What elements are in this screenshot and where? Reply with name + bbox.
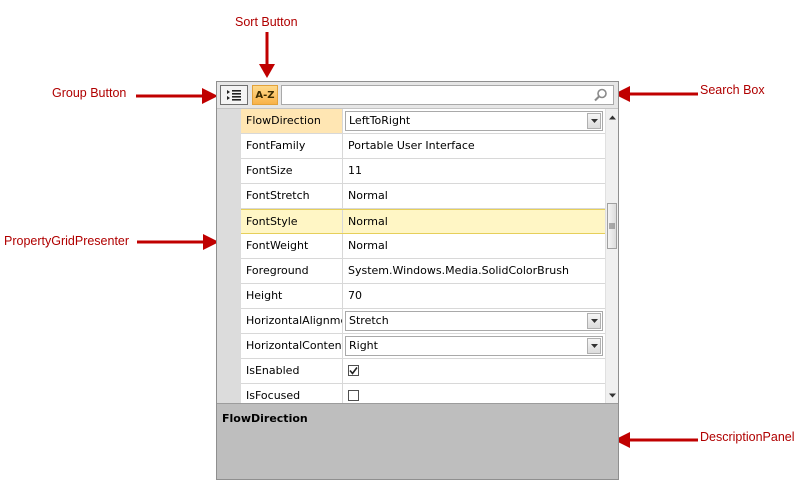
property-value-cell[interactable]: Normal — [343, 184, 605, 208]
search-box-arrow — [614, 86, 698, 102]
sort-button-callout: Sort Button — [235, 15, 298, 29]
property-row[interactable]: FontStyle Normal — [241, 209, 605, 234]
property-value: 70 — [348, 289, 362, 302]
property-row[interactable]: IsFocused — [241, 384, 605, 403]
property-name: FontSize — [241, 159, 343, 183]
property-grid-toolbar: A-Z — [217, 82, 618, 109]
dropdown-arrow-icon[interactable] — [587, 113, 601, 129]
property-name: Height — [241, 284, 343, 308]
search-box-callout: Search Box — [700, 83, 765, 97]
property-value-cell[interactable]: 11 — [343, 159, 605, 183]
property-value: 11 — [348, 164, 362, 177]
property-name: FontFamily — [241, 134, 343, 158]
property-value: Portable User Interface — [348, 139, 475, 152]
categorize-icon — [227, 90, 241, 101]
scroll-up-arrow-icon[interactable] — [606, 110, 618, 124]
property-name: FontStretch — [241, 184, 343, 208]
search-box[interactable] — [281, 85, 614, 105]
group-button[interactable] — [220, 85, 248, 105]
scroll-down-arrow-icon[interactable] — [606, 388, 618, 402]
property-row[interactable]: FontSize 11 — [241, 159, 605, 184]
property-value-cell[interactable] — [343, 359, 605, 383]
property-name: IsEnabled — [241, 359, 343, 383]
search-icon[interactable] — [594, 88, 608, 102]
property-value-checkbox[interactable] — [348, 365, 359, 376]
property-value-cell[interactable] — [343, 384, 605, 403]
group-button-callout: Group Button — [52, 86, 127, 100]
row-gutter — [217, 109, 241, 403]
presenter-arrow — [137, 234, 219, 250]
property-name: FontStyle — [241, 210, 343, 233]
search-input[interactable] — [284, 87, 589, 103]
property-row[interactable]: FontWeight Normal — [241, 234, 605, 259]
combo-value: Stretch — [349, 314, 389, 327]
vertical-scrollbar[interactable] — [605, 109, 618, 403]
scroll-thumb[interactable] — [607, 203, 617, 249]
property-row[interactable]: Height 70 — [241, 284, 605, 309]
property-value-cell[interactable]: 70 — [343, 284, 605, 308]
property-name: HorizontalContentAlignment — [241, 334, 343, 358]
dropdown-arrow-icon[interactable] — [587, 313, 601, 329]
property-name: Foreground — [241, 259, 343, 283]
property-value-cell[interactable]: Normal — [343, 234, 605, 258]
property-value: Normal — [348, 189, 388, 202]
description-panel-callout: DescriptionPanel — [700, 430, 795, 444]
property-grid-presenter: FlowDirection LeftToRight FontFamily Portab… — [217, 109, 618, 403]
combo-value: LeftToRight — [349, 114, 411, 127]
property-value: Normal — [348, 215, 388, 228]
sort-button[interactable]: A-Z — [252, 85, 278, 105]
property-name: FontWeight — [241, 234, 343, 258]
property-row[interactable]: IsEnabled — [241, 359, 605, 384]
property-row[interactable]: FlowDirection LeftToRight — [241, 109, 605, 134]
property-name: HorizontalAlignment — [241, 309, 343, 333]
property-value-checkbox[interactable] — [348, 390, 359, 401]
property-value-cell[interactable]: Portable User Interface — [343, 134, 605, 158]
combo-value: Right — [349, 339, 378, 352]
property-name: FlowDirection — [241, 109, 343, 133]
property-row[interactable]: Foreground System.Windows.Media.SolidColo… — [241, 259, 605, 284]
description-title: FlowDirection — [222, 412, 308, 425]
description-panel: FlowDirection — [217, 403, 618, 479]
sort-button-arrow — [259, 32, 275, 78]
property-value-combo[interactable]: Stretch — [345, 311, 603, 331]
dropdown-arrow-icon[interactable] — [587, 338, 601, 354]
presenter-callout: PropertyGridPresenter — [4, 234, 130, 248]
group-button-arrow — [136, 88, 218, 104]
property-name: IsFocused — [241, 384, 343, 403]
description-panel-arrow — [614, 432, 698, 448]
property-value-combo[interactable]: LeftToRight — [345, 111, 603, 131]
property-row[interactable]: HorizontalAlignment Stretch — [241, 309, 605, 334]
property-value: Normal — [348, 239, 388, 252]
property-value-cell[interactable]: Right — [343, 334, 605, 358]
property-row[interactable]: FontStretch Normal — [241, 184, 605, 209]
property-value-combo[interactable]: Right — [345, 336, 603, 356]
property-value-cell[interactable]: Stretch — [343, 309, 605, 333]
checkmark-icon — [349, 367, 358, 375]
property-value-cell[interactable]: Normal — [343, 210, 605, 233]
property-value-cell[interactable]: LeftToRight — [343, 109, 605, 133]
property-row[interactable]: HorizontalContentAlignment Right — [241, 334, 605, 359]
property-grid: A-Z FlowDirection LeftToRight FontFamily Po… — [216, 81, 619, 480]
grip-icon — [609, 223, 615, 229]
property-value-cell[interactable]: System.Windows.Media.SolidColorBrush — [343, 259, 605, 283]
property-rows: FlowDirection LeftToRight FontFamily Portab… — [241, 109, 605, 403]
property-row[interactable]: FontFamily Portable User Interface — [241, 134, 605, 159]
property-value: System.Windows.Media.SolidColorBrush — [348, 264, 569, 277]
